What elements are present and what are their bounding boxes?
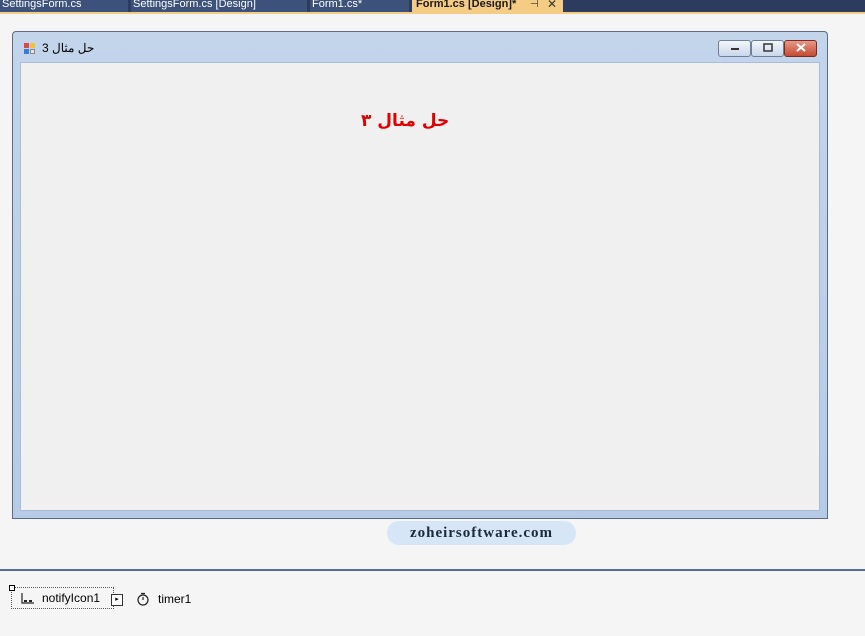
tab-form1-cs[interactable]: Form1.cs* <box>310 0 409 12</box>
close-button[interactable] <box>784 40 817 57</box>
form-title: حل مثال 3 <box>42 41 95 55</box>
tab-settingsform-cs[interactable]: SettingsForm.cs <box>0 0 128 12</box>
form-client-area[interactable]: حل مثال ۳ <box>20 62 820 511</box>
tab-label: Form1.cs [Design]* <box>416 0 517 10</box>
tab-label: SettingsForm.cs [Design] <box>133 0 256 10</box>
selection-handle[interactable] <box>9 585 15 591</box>
close-icon[interactable]: ✕ <box>547 0 557 10</box>
document-tab-strip: SettingsForm.cs SettingsForm.cs [Design]… <box>0 0 865 12</box>
tab-underline <box>0 12 865 14</box>
minimize-button[interactable] <box>718 40 751 57</box>
component-timer1[interactable]: timer1 <box>136 588 191 610</box>
form-window[interactable]: حل مثال 3 حل مثال ۳ <box>12 31 828 519</box>
maximize-button[interactable] <box>751 40 784 57</box>
component-label: timer1 <box>158 592 192 606</box>
stopwatch-icon <box>136 592 152 606</box>
pin-icon[interactable]: ⊣ <box>530 0 539 10</box>
form-titlebar[interactable]: حل مثال 3 <box>13 32 827 62</box>
form-label[interactable]: حل مثال ۳ <box>361 111 449 131</box>
close-icon <box>795 42 806 55</box>
tab-settingsform-design[interactable]: SettingsForm.cs [Design] <box>131 0 307 12</box>
smart-tag-icon[interactable]: ▸ <box>111 594 123 606</box>
watermark-text: zoheirsoftware.com <box>387 521 576 545</box>
component-label: notifyIcon1 <box>42 591 101 605</box>
component-notifyicon1[interactable]: ▸ notifyIcon1 <box>9 585 123 609</box>
tab-form1-design[interactable]: Form1.cs [Design]* ⊣ ✕ <box>412 0 563 12</box>
component-tray: ▸ notifyIcon1 timer1 <box>0 571 865 636</box>
form-app-icon <box>24 43 35 54</box>
minimize-icon <box>730 43 740 54</box>
maximize-icon <box>762 42 773 55</box>
tab-label: Form1.cs* <box>312 0 363 10</box>
tab-label: SettingsForm.cs <box>2 0 82 10</box>
notify-icon <box>20 591 36 605</box>
